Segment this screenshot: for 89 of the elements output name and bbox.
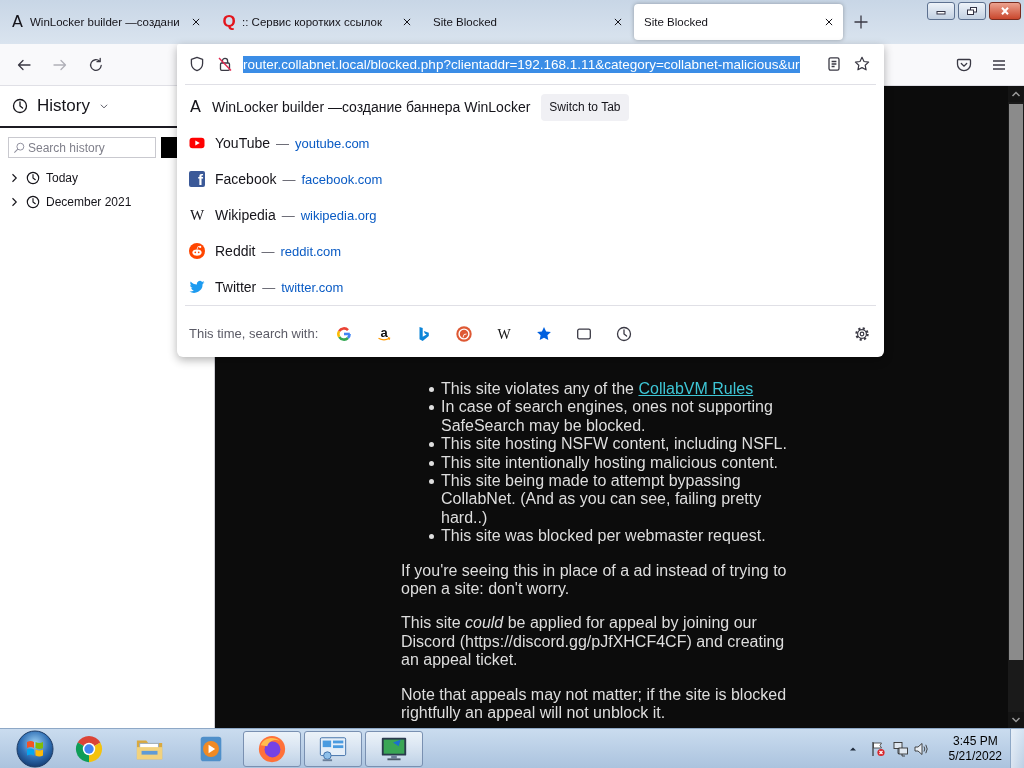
browser-tab[interactable]: Site Blocked — [423, 4, 632, 40]
new-tab-icon[interactable] — [853, 14, 869, 30]
sidebar-title[interactable]: History — [37, 96, 90, 116]
bullet-icon — [429, 460, 434, 466]
bullet-icon — [429, 442, 434, 448]
result-url[interactable]: youtube.com — [295, 135, 370, 151]
reddit-icon — [189, 243, 205, 259]
bullet-icon — [429, 534, 434, 540]
network-icon[interactable] — [892, 740, 909, 757]
letter-favicon: A — [11, 14, 24, 30]
clock-icon[interactable] — [616, 325, 633, 342]
result-title[interactable]: YouTube — [215, 135, 270, 151]
clock-time[interactable]: 3:45 PM — [952, 733, 998, 749]
result-title[interactable]: Wikipedia — [215, 207, 276, 223]
close-tab-icon[interactable] — [824, 17, 834, 27]
list-item-text: This site intentionally hosting malicious content. — [441, 453, 779, 473]
letter-favicon: Q — [222, 14, 236, 30]
pocket-icon[interactable] — [956, 56, 972, 73]
title-separator: — — [276, 135, 289, 151]
twitter-bird-icon — [189, 279, 205, 295]
result-title[interactable]: Reddit — [215, 243, 256, 259]
close-tab-icon[interactable] — [402, 17, 412, 27]
reload-icon[interactable] — [88, 56, 104, 73]
speaker-icon[interactable] — [912, 740, 929, 757]
page-paragraph: This site could be applied for appeal by joining our Discord (https://discord.gg/pJfXHCF4CF) and creating an appeal ticket. — [401, 614, 786, 670]
bookmark-star-icon[interactable] — [854, 56, 870, 72]
search-field[interactable]: Search history — [8, 137, 156, 158]
result-url[interactable]: twitter.com — [281, 279, 344, 295]
scrollbar-thumb[interactable] — [1009, 104, 1023, 660]
list-item-text: This site violates any of the CollabVM Rules — [441, 380, 754, 399]
result-url[interactable]: reddit.com — [280, 243, 342, 259]
clock-date[interactable]: 5/21/2022 — [948, 748, 1002, 764]
taskbar-button[interactable] — [365, 730, 423, 767]
list-item-text: This site being made to attempt bypassing CollabNet. (And as you can see, failing pretty hard..) — [441, 472, 763, 528]
bullet-icon — [429, 405, 434, 411]
title-separator: — — [262, 279, 276, 295]
history-group-label[interactable]: December 2021 — [46, 195, 132, 209]
result-url[interactable]: facebook.com — [301, 171, 383, 187]
flag-icon[interactable] — [869, 740, 886, 757]
clock-icon — [12, 98, 28, 114]
close-window-button[interactable] — [989, 2, 1021, 20]
minimize-button[interactable] — [927, 2, 955, 20]
restore-button[interactable] — [958, 2, 986, 20]
search-with-label: This time, search with: — [189, 326, 319, 341]
bullet-icon — [429, 387, 434, 392]
result-title[interactable]: Facebook — [215, 171, 277, 187]
browser-tab[interactable]: Q :: Сервис коротких ссылок — [212, 4, 421, 40]
clock-icon — [26, 195, 40, 209]
clock-icon — [26, 171, 40, 185]
youtube-icon — [189, 135, 205, 151]
page-paragraph: Note that appeals may not matter; if the site is blocked rightfully an appeal will not unblock it. — [401, 685, 788, 723]
reader-view-icon[interactable] — [826, 56, 842, 72]
wikipedia-favicon: W — [189, 207, 205, 223]
switch-to-tab-button[interactable]: Switch to Tab — [541, 93, 629, 121]
facebook-favicon: f — [189, 171, 205, 187]
google-icon[interactable] — [336, 325, 353, 342]
close-icon — [999, 7, 1011, 15]
list-item-text: This site was blocked per webmaster request. — [441, 527, 766, 546]
bullet-icon — [429, 479, 434, 485]
letter-favicon: A — [189, 99, 202, 115]
history-group-label[interactable]: Today — [46, 171, 79, 185]
result-title[interactable]: WinLocker builder —создание баннера WinLocker — [212, 99, 531, 115]
browser-tab[interactable]: A WinLocker builder —создани — [1, 4, 210, 40]
crossed-lock-icon[interactable] — [217, 56, 233, 72]
result-url[interactable]: wikipedia.org — [300, 207, 377, 223]
star-icon[interactable] — [536, 325, 553, 342]
search-icon — [13, 141, 25, 154]
result-title[interactable]: Twitter — [215, 279, 257, 295]
taskbar-button[interactable] — [243, 730, 301, 767]
shield-icon[interactable] — [189, 56, 205, 72]
rules-link[interactable]: CollabVM Rules — [638, 380, 754, 397]
settings-icon[interactable] — [854, 325, 870, 342]
title-separator: — — [261, 243, 275, 259]
title-separator: — — [282, 171, 296, 187]
close-tab-icon[interactable] — [613, 17, 623, 27]
start-button[interactable] — [16, 729, 54, 768]
page-paragraph: If you're seeing this in place of a ad instead of trying to open a site: don't worry. — [401, 561, 788, 599]
firefox-icon[interactable] — [257, 733, 287, 764]
duckduckgo-icon[interactable] — [456, 325, 473, 342]
wikipedia-logo[interactable]: W — [496, 325, 513, 342]
amazon-logo[interactable]: a — [376, 325, 393, 342]
restore-icon — [966, 7, 978, 15]
list-item-text: In case of search engines, ones not supporting SafeSearch may be blocked. — [441, 398, 774, 436]
close-tab-icon[interactable] — [191, 17, 201, 27]
title-separator: — — [281, 207, 295, 223]
browser-tab[interactable]: Site Blocked — [634, 4, 843, 40]
chrome-icon[interactable] — [74, 733, 104, 764]
chevron-down-icon[interactable] — [98, 101, 109, 111]
list-item-text: This site hosting NSFW content, including NSFL. — [441, 435, 787, 454]
